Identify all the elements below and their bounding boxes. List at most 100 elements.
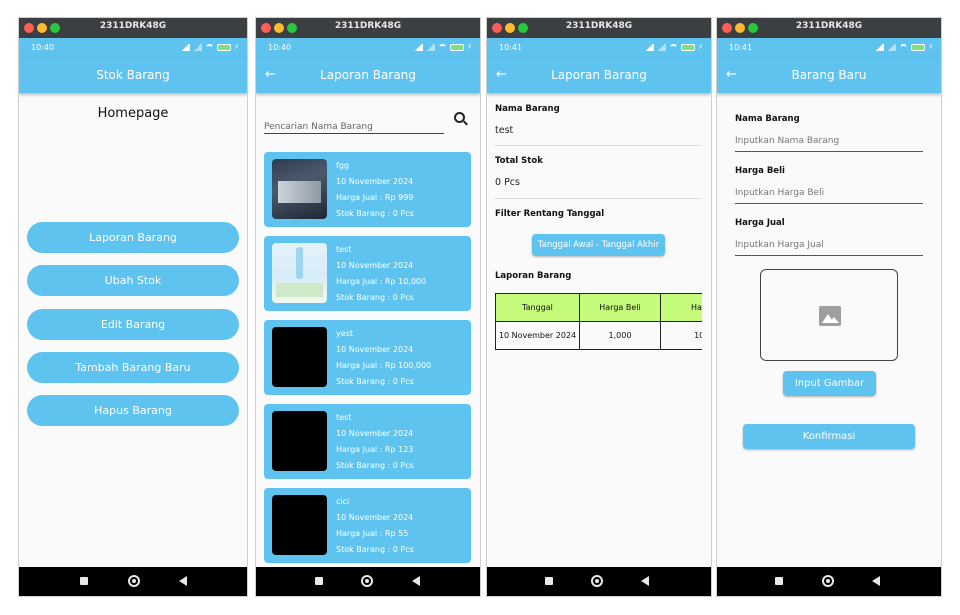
home-icon[interactable] bbox=[361, 575, 373, 587]
signal-icon bbox=[414, 43, 424, 51]
status-bar: 10:41 ⚡ bbox=[487, 38, 711, 57]
recents-icon[interactable] bbox=[80, 577, 88, 585]
app-bar: ← Laporan Barang bbox=[256, 57, 480, 93]
recents-icon[interactable] bbox=[775, 577, 783, 585]
item-date: 10 November 2024 bbox=[336, 429, 414, 438]
window-titlebar: 2311DRK48G bbox=[717, 18, 941, 38]
nama-barang-value: test bbox=[495, 125, 514, 136]
image-preview-box[interactable] bbox=[760, 269, 898, 361]
date-range-button[interactable]: Tanggal Awal - Tanggal Akhir bbox=[532, 234, 665, 256]
signal-icon bbox=[645, 43, 655, 51]
signal-icon bbox=[193, 43, 203, 51]
divider bbox=[495, 145, 701, 146]
recents-icon[interactable] bbox=[315, 577, 323, 585]
laporan-barang-button[interactable]: Laporan Barang bbox=[27, 222, 239, 253]
battery-icon bbox=[450, 43, 465, 51]
status-icons: ⚡ bbox=[645, 42, 703, 52]
arrow-left-icon[interactable]: ← bbox=[726, 57, 737, 93]
edit-barang-button[interactable]: Edit Barang bbox=[27, 309, 239, 340]
app-bar: ← Barang Baru bbox=[717, 57, 941, 93]
item-name: fgg bbox=[336, 161, 349, 170]
harga-jual-label: Harga Jual bbox=[735, 218, 785, 228]
image-placeholder-icon bbox=[819, 306, 841, 326]
status-time: 10:41 bbox=[499, 43, 523, 52]
item-date: 10 November 2024 bbox=[336, 177, 414, 186]
harga-jual-input[interactable] bbox=[735, 234, 923, 256]
arrow-left-icon[interactable]: ← bbox=[496, 57, 507, 93]
status-icons: ⚡ bbox=[414, 42, 472, 52]
appbar-title: Laporan Barang bbox=[320, 68, 416, 82]
back-nav-icon[interactable] bbox=[179, 576, 187, 586]
appbar-title: Barang Baru bbox=[791, 68, 867, 82]
wifi-icon bbox=[669, 43, 679, 51]
home-icon[interactable] bbox=[128, 575, 140, 587]
item-stock: Stok Barang : 0 Pcs bbox=[336, 545, 414, 554]
appbar-title: Laporan Barang bbox=[551, 68, 647, 82]
table-row: 10 November 2024 1,000 10,0 bbox=[495, 321, 702, 350]
status-bar: 10:40 ⚡ bbox=[19, 38, 247, 57]
item-price: Harga Jual : Rp 999 bbox=[336, 193, 414, 202]
back-nav-icon[interactable] bbox=[641, 576, 649, 586]
battery-icon bbox=[911, 43, 926, 51]
arrow-left-icon[interactable]: ← bbox=[265, 57, 276, 93]
item-name: yest bbox=[336, 329, 353, 338]
status-icons: ⚡ bbox=[181, 42, 239, 52]
back-nav-icon[interactable] bbox=[412, 576, 420, 586]
charging-icon: ⚡ bbox=[234, 43, 239, 51]
search-icon[interactable] bbox=[454, 112, 465, 123]
nama-barang-label: Nama Barang bbox=[735, 114, 800, 124]
charging-icon: ⚡ bbox=[928, 43, 933, 51]
item-date: 10 November 2024 bbox=[336, 261, 414, 270]
divider bbox=[495, 198, 701, 199]
back-nav-icon[interactable] bbox=[872, 576, 880, 586]
harga-beli-label: Harga Beli bbox=[735, 166, 785, 176]
table-header: Tanggal bbox=[495, 293, 580, 322]
item-price: Harga Jual : Rp 10,000 bbox=[336, 277, 427, 286]
list-item[interactable]: test 10 November 2024 Harga Jual : Rp 12… bbox=[264, 404, 471, 479]
status-bar: 10:40 ⚡ bbox=[256, 38, 480, 57]
table-header: Harga bbox=[660, 293, 702, 322]
item-price: Harga Jual : Rp 100,000 bbox=[336, 361, 432, 370]
konfirmasi-button[interactable]: Konfirmasi bbox=[743, 424, 915, 449]
ubah-stok-button[interactable]: Ubah Stok bbox=[27, 265, 239, 296]
search-field bbox=[264, 114, 444, 136]
battery-icon bbox=[681, 43, 696, 51]
item-date: 10 November 2024 bbox=[336, 513, 414, 522]
recents-icon[interactable] bbox=[545, 577, 553, 585]
system-nav-bar bbox=[717, 567, 941, 596]
home-icon[interactable] bbox=[591, 575, 603, 587]
tambah-barang-baru-button[interactable]: Tambah Barang Baru bbox=[27, 352, 239, 383]
app-bar: Stok Barang bbox=[19, 57, 247, 93]
product-thumbnail bbox=[272, 159, 327, 219]
phone-screen-barang-baru: 2311DRK48G 10:41 ⚡ ← Barang Baru Nama Ba… bbox=[716, 17, 942, 597]
item-stock: Stok Barang : 0 Pcs bbox=[336, 209, 414, 218]
harga-beli-input[interactable] bbox=[735, 182, 923, 204]
status-icons: ⚡ bbox=[875, 42, 933, 52]
nama-barang-input[interactable] bbox=[735, 130, 923, 152]
phone-screen-laporan-list: 2311DRK48G 10:40 ⚡ ← Laporan Barang fgg … bbox=[255, 17, 481, 597]
window-titlebar: 2311DRK48G bbox=[487, 18, 711, 38]
table-cell: 10 November 2024 bbox=[495, 321, 580, 350]
table-cell: 1,000 bbox=[579, 321, 661, 350]
page-title: Homepage bbox=[97, 106, 169, 121]
list-item[interactable]: fgg 10 November 2024 Harga Jual : Rp 999… bbox=[264, 152, 471, 227]
status-time: 10:41 bbox=[729, 43, 753, 52]
list-item[interactable]: test 10 November 2024 Harga Jual : Rp 10… bbox=[264, 236, 471, 311]
report-table-scroll[interactable]: Tanggal Harga Beli Harga 10 November 202… bbox=[495, 293, 702, 351]
app-bar: ← Laporan Barang bbox=[487, 57, 711, 93]
status-time: 10:40 bbox=[268, 43, 292, 52]
laporan-label: Laporan Barang bbox=[495, 271, 572, 281]
input-gambar-button[interactable]: Input Gambar bbox=[783, 371, 876, 396]
signal-icon bbox=[887, 43, 897, 51]
status-bar: 10:41 ⚡ bbox=[717, 38, 941, 57]
search-input[interactable] bbox=[264, 118, 444, 136]
appbar-title: Stok Barang bbox=[96, 68, 170, 82]
home-icon[interactable] bbox=[822, 575, 834, 587]
charging-icon: ⚡ bbox=[698, 43, 703, 51]
item-stock: Stok Barang : 0 Pcs bbox=[336, 293, 414, 302]
phone-screen-homepage: 2311DRK48G 10:40 ⚡ Stok Barang Homepage … bbox=[18, 17, 248, 597]
list-item[interactable]: yest 10 November 2024 Harga Jual : Rp 10… bbox=[264, 320, 471, 395]
list-item[interactable]: cici 10 November 2024 Harga Jual : Rp 55… bbox=[264, 488, 471, 563]
signal-icon bbox=[426, 43, 436, 51]
hapus-barang-button[interactable]: Hapus Barang bbox=[27, 395, 239, 426]
